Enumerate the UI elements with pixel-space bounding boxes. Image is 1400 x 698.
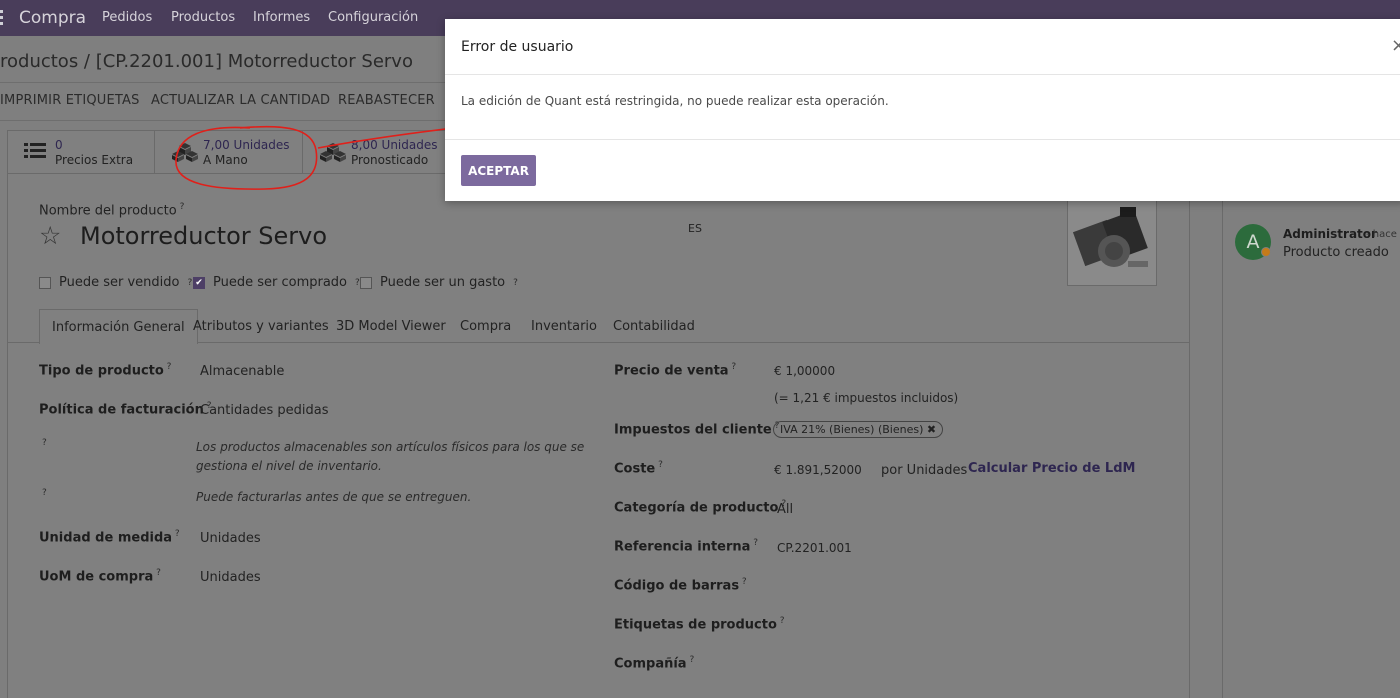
cost-unit: por Unidades [881,463,968,478]
help-text: Los productos almacenables son artículos… [196,440,585,473]
message-body: Producto creado [1283,245,1389,260]
product-category-value[interactable]: All [777,502,793,517]
checkbox-label: Puede ser vendido [59,275,180,290]
uom-value[interactable]: Unidades [200,531,261,546]
purchase-uom-value[interactable]: Unidades [200,570,261,585]
stat-label: Precios Extra [55,153,134,167]
dialog-title: Error de usuario [461,39,574,55]
invoicing-policy-label: Política de facturación ? [39,401,212,418]
forecasted-button[interactable]: 8,00 Unidades Pronosticado [303,130,445,174]
language-badge[interactable]: ES [688,222,702,235]
internal-reference-value[interactable]: CP.2201.001 [777,541,852,555]
stat-value: 0 [55,138,63,152]
on-hand-button[interactable]: 7,00 Unidades A Mano [155,130,303,174]
avatar[interactable]: A [1235,224,1271,260]
product-type-label: Tipo de producto ? [39,362,172,379]
message-author[interactable]: Administrator [1283,227,1377,241]
avatar-initial: A [1246,231,1260,253]
invoicing-policy-value[interactable]: Cantidades pedidas [200,403,328,418]
notebook-tabs: Información General Atributos y variante… [7,309,1190,344]
message-time: - hace [1366,229,1397,240]
tab-3d-viewer[interactable]: 3D Model Viewer [336,319,446,334]
checkbox-label: Puede ser un gasto [380,275,506,290]
menu-informes[interactable]: Informes [253,10,310,25]
checkbox-box[interactable] [360,276,372,289]
tab-inventario[interactable]: Inventario [531,319,597,334]
chatter-divider [1222,200,1223,698]
favorite-star-icon[interactable]: ☆ [39,223,61,248]
product-category-label: Categoría de producto ? [614,499,787,516]
user-error-dialog: Error de usuario × La edición de Quant e… [445,19,1400,201]
stat-label: Pronosticado [351,153,429,167]
tax-tag[interactable]: IVA 21% (Bienes) (Bienes) ✖ [773,421,944,438]
extra-prices-button[interactable]: 0 Precios Extra [7,130,155,174]
sales-price-tax-included: (= 1,21 € impuestos incluidos) [774,391,959,405]
can-be-expensed-checkbox[interactable]: Puede ser un gasto? [360,275,518,290]
compute-bom-price-link[interactable]: Calcular Precio de LdM [968,461,1135,476]
checkbox-label: Puede ser comprado [213,275,348,290]
menu-configuracion[interactable]: Configuración [328,10,418,25]
purchase-uom-label: UoM de compra ? [39,568,161,585]
company-label: Compañía ? [614,655,695,672]
cubes-icon [172,143,198,162]
tab-informacion-general[interactable]: Información General [39,309,198,344]
status-dot-icon [1261,247,1271,257]
product-image[interactable] [1067,200,1157,286]
product-tags-label: Etiquetas de producto ? [614,616,785,633]
tab-atributos[interactable]: Atributos y variantes [193,319,329,334]
can-be-purchased-checkbox[interactable]: ✔ Puede ser comprado? [193,275,360,290]
product-type-value[interactable]: Almacenable [200,364,284,379]
cost-value[interactable]: € 1.891,52000 [774,463,862,477]
stat-value: 7,00 Unidades [203,138,290,152]
apps-menu-icon[interactable] [0,10,6,26]
replenish-button[interactable]: REABASTECER [338,93,435,108]
remove-tag-icon[interactable]: ✖ [927,423,936,436]
help-marker: ? [42,438,47,448]
list-icon [24,143,46,158]
motor-image [1072,207,1148,267]
barcode-label: Código de barras ? [614,577,747,594]
sales-price-value[interactable]: € 1,00000 [774,364,835,378]
customer-taxes-label: Impuestos del cliente ? [614,421,780,438]
checkbox-box[interactable] [39,276,51,289]
breadcrumb[interactable]: roductos / [CP.2201.001] Motorreductor S… [0,51,413,72]
internal-reference-label: Referencia interna ? [614,538,759,555]
app-brand[interactable]: Compra [19,8,86,28]
stat-label: A Mano [203,153,248,167]
product-name-label: Nombre del producto ? [39,202,185,219]
dialog-message: La edición de Quant está restringida, no… [461,94,889,108]
menu-productos[interactable]: Productos [171,10,235,25]
close-icon[interactable]: × [1391,35,1400,56]
print-labels-button[interactable]: IMPRIMIR ETIQUETAS [0,93,140,108]
can-be-sold-checkbox[interactable]: Puede ser vendido? [39,275,192,290]
tab-contabilidad[interactable]: Contabilidad [613,319,695,334]
checkbox-box-checked[interactable]: ✔ [193,276,205,289]
product-name[interactable]: Motorreductor Servo [80,222,327,250]
dialog-divider [445,139,1400,140]
cubes-icon [320,143,346,162]
dialog-header: Error de usuario × [445,19,1400,75]
sales-price-label: Precio de venta ? [614,362,737,379]
uom-label: Unidad de medida ? [39,529,180,546]
stat-value: 8,00 Unidades [351,138,438,152]
help-marker: ? [42,488,47,498]
update-quantity-button[interactable]: ACTUALIZAR LA CANTIDAD [151,93,330,108]
cost-label: Coste ? [614,460,663,477]
tab-compra[interactable]: Compra [460,319,511,334]
help-text: Puede facturarlas antes de que se entreg… [196,490,472,504]
accept-button[interactable]: ACEPTAR [461,155,536,186]
menu-pedidos[interactable]: Pedidos [102,10,152,25]
